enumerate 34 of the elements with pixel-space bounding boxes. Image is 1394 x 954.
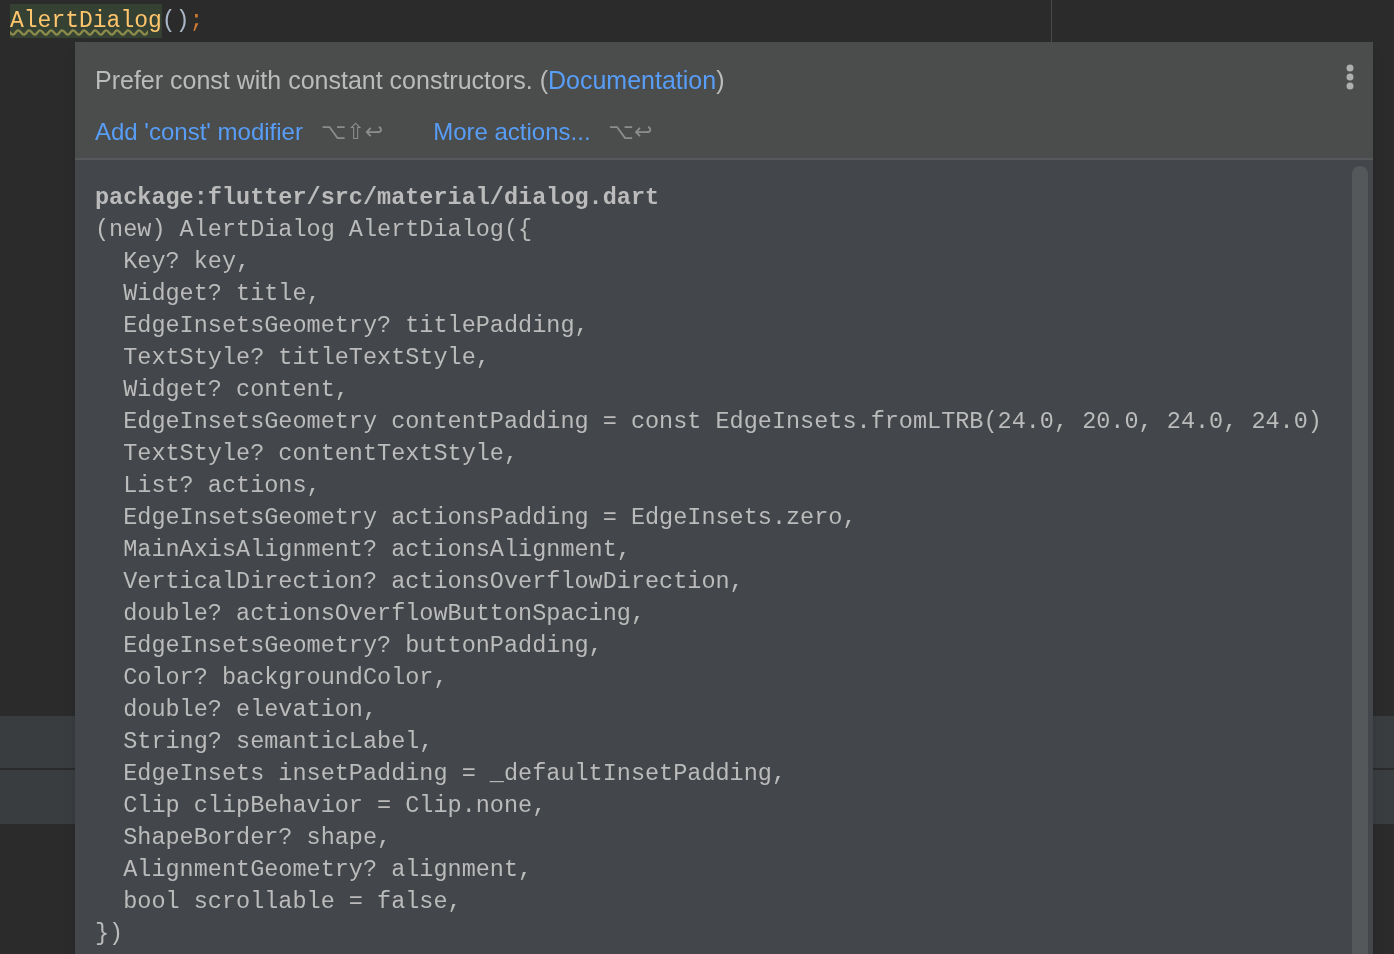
signature-line: }) (95, 919, 124, 949)
class-name: AlertDialog (10, 3, 162, 39)
more-options-icon[interactable] (1345, 64, 1355, 90)
documentation-link[interactable]: Documentation (547, 66, 717, 94)
signature-line: Widget? title, (122, 279, 321, 309)
signature-line: EdgeInsetsGeometry? titlePadding, (122, 311, 589, 341)
package-path: package:flutter/src/material/dialog.dart (95, 183, 660, 213)
inspection-message: Prefer const with constant constructors. (Documentation) (95, 65, 725, 96)
signature-line: AlignmentGeometry? alignment, (122, 855, 533, 885)
signature-line: String? semanticLabel, (122, 727, 434, 757)
signature-line: EdgeInsetsGeometry contentPadding = const EdgeInsets.fromLTRB(24.0, 20.0, 24.0, 24.0) (122, 407, 1322, 437)
signature-line: Clip clipBehavior = Clip.none, (122, 791, 547, 821)
parentheses: () (161, 6, 190, 36)
shortcut-hint: ⌥↩ (608, 118, 653, 146)
signature-line: double? elevation, (122, 695, 378, 725)
signature-line: (new) AlertDialog AlertDialog({ (95, 215, 533, 245)
shortcut-hint: ⌥⇧↩ (320, 118, 384, 146)
signature-line: TextStyle? titleTextStyle, (122, 343, 490, 373)
signature-line: Key? key, (122, 247, 251, 277)
signature-line: ShapeBorder? shape, (122, 823, 392, 853)
signature-line: Color? backgroundColor, (122, 663, 448, 693)
signature-line: MainAxisAlignment? actionsAlignment, (122, 535, 631, 565)
signature-line: EdgeInsetsGeometry actionsPadding = EdgeInsets.zero, (122, 503, 857, 533)
signature-line: bool scrollable = false, (122, 887, 462, 917)
action-link[interactable]: More actions... (433, 113, 591, 150)
signature-line: Widget? content, (122, 375, 349, 405)
semicolon: ; (189, 6, 204, 36)
signature-line: List? actions, (122, 471, 321, 501)
signature-line: TextStyle? contentTextStyle, (122, 439, 519, 469)
action-link[interactable]: Add 'const' modifier (95, 113, 303, 150)
signature-line: EdgeInsetsGeometry? buttonPadding, (122, 631, 603, 661)
signature-line: EdgeInsets insetPadding = _defaultInsetPadding, (122, 759, 786, 789)
signature-line: VerticalDirection? actionsOverflowDirection, (122, 567, 744, 597)
signature-line: double? actionsOverflowButtonSpacing, (122, 599, 645, 629)
